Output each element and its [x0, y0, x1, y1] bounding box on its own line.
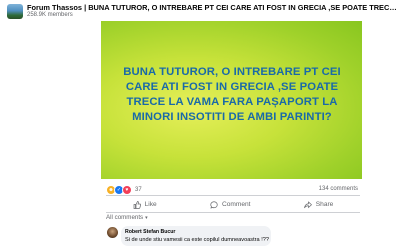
- comment-author[interactable]: Robert Stefan Bucur: [125, 229, 175, 235]
- reactions-summary[interactable]: ☻ ✓ ♥ 37: [106, 185, 142, 195]
- group-name[interactable]: Forum Thassos | BUNA TUTUROR, O INTREBAR…: [27, 3, 399, 12]
- avatar[interactable]: [107, 227, 118, 238]
- love-icon: ♥: [122, 185, 132, 195]
- post-image[interactable]: BUNA TUTUROR, O INTREBARE PT CEI CARE AT…: [101, 21, 362, 179]
- like-label: Like: [144, 201, 157, 208]
- comment-button[interactable]: Comment: [210, 200, 251, 209]
- post-image-text: BUNA TUTUROR, O INTREBARE PT CEI CARE AT…: [123, 66, 341, 123]
- like-icon: [133, 200, 141, 209]
- comment-text: Si de unde stiu vamesii ca este copilul …: [125, 237, 269, 243]
- group-avatar[interactable]: [7, 4, 23, 19]
- like-button[interactable]: Like: [133, 200, 157, 209]
- comment-bubble: Robert Stefan Bucur Si de unde stiu vame…: [121, 226, 271, 246]
- group-members: 258.9K members: [27, 12, 73, 18]
- share-label: Share: [315, 201, 334, 208]
- divider: [106, 212, 360, 213]
- comments-filter[interactable]: All comments ▾: [106, 214, 148, 221]
- share-button[interactable]: Share: [303, 200, 334, 209]
- chevron-down-icon: ▾: [145, 214, 148, 221]
- post-header: Forum Thassos | BUNA TUTUROR, O INTREBAR…: [0, 0, 408, 22]
- reaction-count: 37: [135, 187, 142, 193]
- post-actions: Like Comment Share: [106, 198, 360, 211]
- comments-filter-label: All comments: [106, 214, 144, 221]
- comment-count[interactable]: 134 comments: [319, 186, 358, 192]
- comment-icon: [210, 200, 218, 209]
- divider: [106, 195, 360, 196]
- share-icon: [303, 200, 312, 208]
- comment-label: Comment: [221, 201, 251, 208]
